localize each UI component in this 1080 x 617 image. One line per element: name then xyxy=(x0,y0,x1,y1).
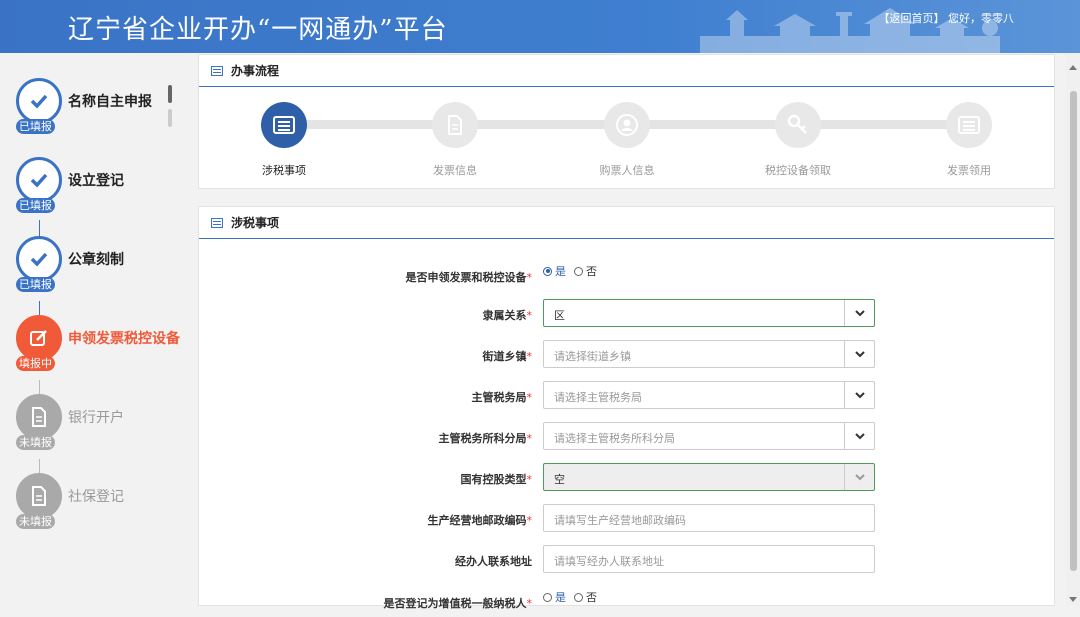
document-icon xyxy=(16,394,62,440)
form-row-affiliation: 隶属关系* 区 xyxy=(199,299,1056,329)
field-label: 国有控股类型* xyxy=(460,473,533,486)
step-label: 申领发票税控设备 xyxy=(68,331,180,347)
vat-general-radio-group: 是 否 xyxy=(543,589,597,605)
chevron-down-icon xyxy=(844,382,874,408)
user-greeting: 您好，零零八 xyxy=(948,12,1014,25)
step-registration[interactable]: 设立登记 已填报 xyxy=(16,157,186,217)
platform-title: 辽宁省企业开办“一网通办”平台 xyxy=(68,15,448,45)
agent-address-input[interactable]: 请填写经办人联系地址 xyxy=(543,545,875,573)
step-invoice-tax-device[interactable]: 申领发票税控设备 填报中 xyxy=(16,315,186,375)
key-icon xyxy=(775,102,821,148)
form-row-tax-branch: 主管税务所科分局* 请选择主管税务所科分局 xyxy=(199,422,1056,452)
back-home-link[interactable]: 【返回首页】 xyxy=(879,12,945,25)
status-badge: 填报中 xyxy=(16,356,55,371)
check-icon xyxy=(16,78,62,124)
step-label: 设立登记 xyxy=(68,173,124,189)
tax-branch-select[interactable]: 请选择主管税务所科分局 xyxy=(543,422,875,450)
affiliation-select[interactable]: 区 xyxy=(543,299,875,327)
panel-title: 涉税事项 xyxy=(231,216,280,230)
check-icon xyxy=(16,157,62,203)
status-badge: 未填报 xyxy=(16,435,55,450)
flow-node-invoice-collection[interactable]: 发票领用 xyxy=(924,102,1014,178)
field-label: 是否登记为增值税一般纳税人* xyxy=(383,597,533,610)
tax-matters-panel: 涉税事项 是否申领发票和税控设备* 是 否 隶属关系* 区 街道乡镇* 请选择街… xyxy=(198,206,1056,610)
edit-icon xyxy=(16,315,62,361)
form-row-state-holding: 国有控股类型* 空 xyxy=(199,463,1056,493)
flow-node-tax-matters[interactable]: 涉税事项 xyxy=(239,102,329,178)
chevron-down-icon xyxy=(844,341,874,367)
state-holding-select[interactable]: 空 xyxy=(543,463,875,491)
list-icon xyxy=(946,102,992,148)
field-label: 隶属关系* xyxy=(482,309,533,322)
panel-header-icon xyxy=(211,65,223,76)
check-icon xyxy=(16,236,62,282)
form-row-vat-general: 是否登记为增值税一般纳税人* 是 否 xyxy=(199,587,1056,617)
scrollbar-thumb[interactable] xyxy=(1070,91,1077,571)
field-label: 是否申领发票和税控设备* xyxy=(405,271,533,284)
field-label: 街道乡镇* xyxy=(482,350,533,363)
form-row-postal-code: 生产经营地邮政编码* 请填写生产经营地邮政编码 xyxy=(199,504,1056,534)
radio-yes[interactable]: 是 xyxy=(543,589,566,605)
header-bar: 辽宁省企业开办“一网通办”平台 【返回首页】 您好，零零八 xyxy=(0,0,1080,53)
street-select[interactable]: 请选择街道乡镇 xyxy=(543,340,875,368)
step-bank-account[interactable]: 银行开户 未填报 xyxy=(16,394,186,454)
panel-header: 办事流程 xyxy=(199,55,1054,87)
scroll-up-arrow-icon[interactable] xyxy=(1069,65,1077,70)
flow-node-buyer-info[interactable]: 购票人信息 xyxy=(582,102,672,178)
step-navigator: 名称自主申报 已填报 设立登记 已填报 公章刻制 已填报 申领发票税控设备 填报… xyxy=(0,53,190,606)
chevron-down-icon xyxy=(844,464,874,490)
panel-header: 涉税事项 xyxy=(199,207,1054,239)
radio-no[interactable]: 否 xyxy=(574,589,597,605)
flow-node-invoice-info[interactable]: 发票信息 xyxy=(410,102,500,178)
step-label: 公章刻制 xyxy=(68,252,124,268)
form-row-street: 街道乡镇* 请选择街道乡镇 xyxy=(199,340,1056,370)
field-label: 主管税务局* xyxy=(471,391,533,404)
apply-invoice-radio-group: 是 否 xyxy=(543,263,597,279)
panel-header-icon xyxy=(211,217,223,228)
step-label: 名称自主申报 xyxy=(68,94,152,110)
document-icon xyxy=(432,102,478,148)
panel-title: 办事流程 xyxy=(231,64,280,78)
form-row-agent-address: 经办人联系地址 请填写经办人联系地址 xyxy=(199,545,1056,575)
radio-no[interactable]: 否 xyxy=(574,263,597,279)
flow-node-label: 发票信息 xyxy=(433,164,477,177)
page-scrollbar[interactable] xyxy=(1066,53,1080,606)
form-row-tax-bureau: 主管税务局* 请选择主管税务局 xyxy=(199,381,1056,411)
process-flow-panel: 办事流程 涉税事项 发票信息 购票人信息 税控设备领取 发票领用 xyxy=(198,54,1055,189)
status-badge: 已填报 xyxy=(16,277,55,292)
flow-node-label: 发票领用 xyxy=(947,164,991,177)
tax-bureau-select[interactable]: 请选择主管税务局 xyxy=(543,381,875,409)
field-label: 主管税务所科分局* xyxy=(438,432,533,445)
chevron-down-icon xyxy=(844,300,874,326)
document-icon xyxy=(16,473,62,519)
status-badge: 已填报 xyxy=(16,119,55,134)
step-social-security[interactable]: 社保登记 未填报 xyxy=(16,473,186,533)
step-name-declaration[interactable]: 名称自主申报 已填报 xyxy=(16,78,186,138)
postal-code-input[interactable]: 请填写生产经营地邮政编码 xyxy=(543,504,875,532)
step-seal-engraving[interactable]: 公章刻制 已填报 xyxy=(16,236,186,296)
step-label: 社保登记 xyxy=(68,489,124,505)
user-icon xyxy=(604,102,650,148)
user-area: 【返回首页】 您好，零零八 xyxy=(879,10,1015,26)
flow-node-label: 涉税事项 xyxy=(262,164,306,177)
step-label: 银行开户 xyxy=(68,410,124,426)
scroll-down-arrow-icon[interactable] xyxy=(1069,597,1077,602)
status-badge: 未填报 xyxy=(16,514,55,529)
field-label: 经办人联系地址 xyxy=(455,555,532,568)
chevron-down-icon xyxy=(844,423,874,449)
flow-node-label: 税控设备领取 xyxy=(765,164,831,177)
flow-node-device-pickup[interactable]: 税控设备领取 xyxy=(753,102,843,178)
process-flow: 涉税事项 发票信息 购票人信息 税控设备领取 发票领用 xyxy=(199,87,1054,192)
radio-yes[interactable]: 是 xyxy=(543,263,566,279)
flow-node-label: 购票人信息 xyxy=(599,164,655,177)
form-row-apply-invoice: 是否申领发票和税控设备* 是 否 xyxy=(199,261,1056,291)
status-badge: 已填报 xyxy=(16,198,55,213)
field-label: 生产经营地邮政编码* xyxy=(427,514,533,527)
list-icon xyxy=(261,102,307,148)
